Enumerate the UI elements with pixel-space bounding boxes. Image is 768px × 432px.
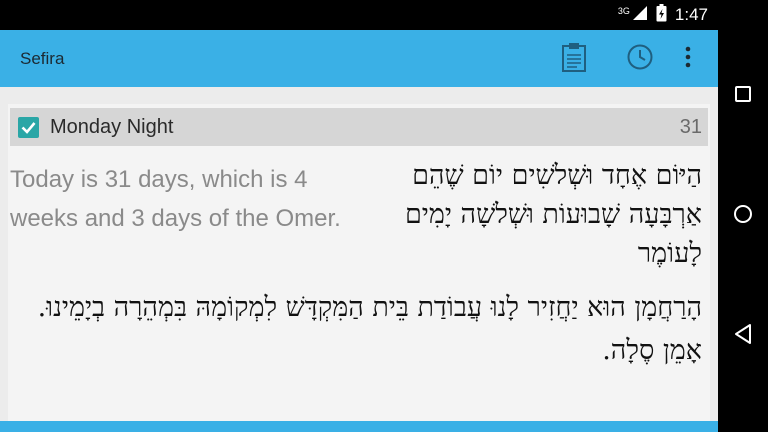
hebrew-prayer-text: הָרַחֲמָן הוּא יַחֲזִיר לָנוּ עֲבוֹדַת ב… <box>37 292 702 366</box>
back-button[interactable] <box>718 306 768 366</box>
day-header-row[interactable]: Monday Night 31 <box>10 108 708 146</box>
home-icon <box>733 204 753 228</box>
app-title: Sefira <box>20 49 65 68</box>
home-button[interactable] <box>718 186 768 246</box>
back-icon <box>733 323 753 349</box>
count-card: Monday Night 31 Today is 31 days, which … <box>8 104 710 421</box>
battery-icon <box>656 4 667 26</box>
network-type-label: 3G <box>617 6 630 16</box>
clock-icon <box>626 43 654 75</box>
app-screen: 3G 1:47 Sefira Monday Night 31 Today is … <box>0 0 718 432</box>
day-label: Monday Night <box>50 116 174 138</box>
overflow-menu-button[interactable] <box>664 30 712 87</box>
clipboard-icon <box>561 41 587 77</box>
app-bar: Sefira <box>0 30 718 87</box>
clock-time: 1:47 <box>674 5 708 24</box>
status-bar: 3G 1:47 <box>0 0 718 30</box>
main-content: Monday Night 31 Today is 31 days, which … <box>0 87 718 421</box>
day-number: 31 <box>679 116 702 138</box>
recents-button[interactable] <box>718 66 768 126</box>
recents-icon <box>734 85 752 107</box>
counted-checkbox[interactable] <box>18 117 39 138</box>
history-button[interactable] <box>616 30 664 87</box>
hebrew-count-text: הַיּוֹם אֶחָד וּשְׁלשִׁים יוֹם שֶׁהֵם אַ… <box>404 160 702 269</box>
more-vert-icon <box>685 46 691 72</box>
signal-icon <box>632 5 648 25</box>
navigation-bar <box>718 0 768 432</box>
status-icons: 3G 1:47 <box>618 0 708 30</box>
bottom-accent-strip <box>0 421 718 432</box>
english-count-text: Today is 31 days, which is 4 weeks and 3… <box>10 166 341 232</box>
clipboard-button[interactable] <box>550 30 598 87</box>
